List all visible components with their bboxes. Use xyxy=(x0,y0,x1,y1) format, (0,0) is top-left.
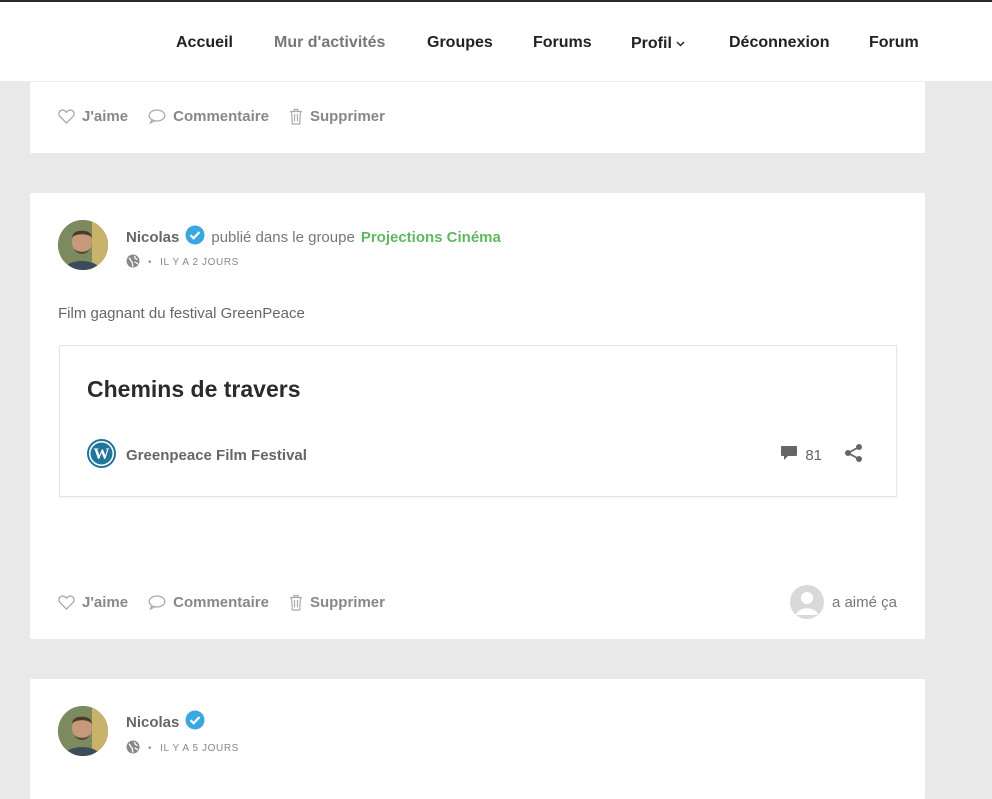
svg-text:W: W xyxy=(94,446,110,463)
nav-profil-label: Profil xyxy=(631,35,672,52)
activity-actions: J'aime Commentaire Supprimer xyxy=(58,108,385,125)
post-header: Nicolas xyxy=(126,710,205,734)
delete-label: Supprimer xyxy=(309,594,385,611)
link-preview-site-name: Greenpeace Film Festival xyxy=(126,447,307,464)
share-icon[interactable] xyxy=(844,443,864,467)
comment-icon xyxy=(148,109,166,124)
nav-forums[interactable]: Forums xyxy=(533,34,592,52)
comment-button[interactable]: Commentaire xyxy=(148,108,269,125)
heart-icon xyxy=(58,109,75,124)
activity-card: Nicolas publié dans le groupe Projection… xyxy=(30,193,925,639)
comment-count-button[interactable]: 81 xyxy=(780,445,822,465)
post-time[interactable]: IL Y A 5 JOURS xyxy=(160,743,239,754)
verified-icon xyxy=(185,710,205,734)
link-preview-site[interactable]: W Greenpeace Film Festival xyxy=(87,439,307,472)
globe-icon xyxy=(126,740,140,757)
top-navigation: Accueil Mur d'activités Groupes Forums P… xyxy=(0,0,992,82)
nav-mur-activites[interactable]: Mur d'activités xyxy=(274,34,385,52)
avatar[interactable] xyxy=(58,706,108,756)
liked-text: a aimé ça xyxy=(831,593,897,611)
comment-icon xyxy=(148,595,166,610)
author-name[interactable]: Nicolas xyxy=(126,714,179,731)
trash-icon xyxy=(289,594,303,611)
comment-label: Commentaire xyxy=(173,108,269,125)
liked-by: a aimé ça xyxy=(789,585,897,619)
nav-forum[interactable]: Forum xyxy=(869,34,919,52)
post-header: Nicolas publié dans le groupe Projection… xyxy=(126,225,501,249)
activity-actions: J'aime Commentaire Supprimer xyxy=(58,594,385,611)
speech-bubble-icon xyxy=(780,445,798,465)
nav-groupes[interactable]: Groupes xyxy=(427,34,493,52)
globe-icon xyxy=(126,254,140,271)
meta-separator: • xyxy=(148,743,153,754)
trash-icon xyxy=(289,108,303,125)
link-preview-tools: 81 xyxy=(780,443,864,467)
like-label: J'aime xyxy=(82,594,129,611)
activity-card: J'aime Commentaire Supprimer xyxy=(30,70,925,153)
meta-separator: • xyxy=(148,257,153,268)
group-link[interactable]: Projections Cinéma xyxy=(361,229,501,246)
delete-button[interactable]: Supprimer xyxy=(289,108,385,125)
comment-label: Commentaire xyxy=(173,594,269,611)
author-name[interactable]: Nicolas xyxy=(126,229,179,246)
activity-card: Nicolas • IL Y A 5 JOURS xyxy=(30,679,925,799)
nav-deconnexion[interactable]: Déconnexion xyxy=(729,34,829,52)
link-preview-card[interactable]: Chemins de travers W Greenpeace Film Fes… xyxy=(59,345,897,497)
delete-button[interactable]: Supprimer xyxy=(289,594,385,611)
link-preview-title[interactable]: Chemins de travers xyxy=(87,376,300,403)
wordpress-icon: W xyxy=(87,439,116,472)
published-in-text: publié dans le groupe xyxy=(211,228,355,246)
like-button[interactable]: J'aime xyxy=(58,108,128,125)
comment-count: 81 xyxy=(805,446,822,464)
heart-icon xyxy=(58,595,75,610)
chevron-down-icon xyxy=(676,34,685,52)
nav-accueil[interactable]: Accueil xyxy=(176,34,233,52)
like-label: J'aime xyxy=(82,108,129,125)
post-time[interactable]: IL Y A 2 JOURS xyxy=(160,257,239,268)
post-meta: • IL Y A 5 JOURS xyxy=(126,740,239,757)
avatar[interactable] xyxy=(58,220,108,270)
liker-avatar[interactable] xyxy=(789,585,824,619)
comment-button[interactable]: Commentaire xyxy=(148,594,269,611)
verified-icon xyxy=(185,225,205,249)
nav-profil[interactable]: Profil xyxy=(631,34,685,53)
delete-label: Supprimer xyxy=(309,108,385,125)
post-text: Film gagnant du festival GreenPeace xyxy=(58,305,305,322)
post-meta: • IL Y A 2 JOURS xyxy=(126,254,239,271)
like-button[interactable]: J'aime xyxy=(58,594,128,611)
